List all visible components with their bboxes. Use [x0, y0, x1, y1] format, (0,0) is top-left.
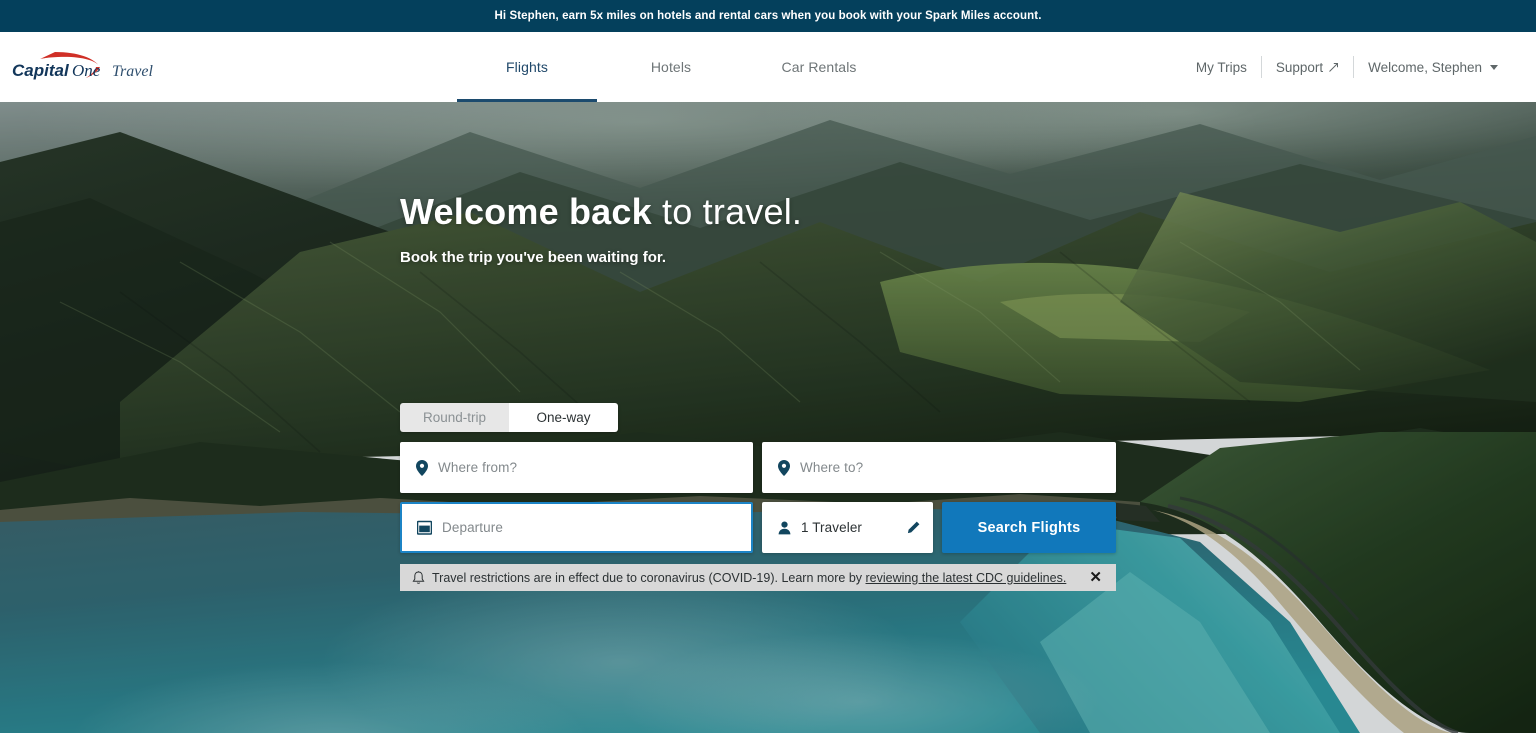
tab-flights[interactable]: Flights [457, 32, 597, 102]
hero-title-light: to travel. [651, 191, 803, 232]
utility-navigation: My Trips Support Welcome, Stephen [1182, 32, 1512, 102]
trip-type-one-way[interactable]: One-way [509, 403, 618, 432]
covid-alert-bar: Travel restrictions are in effect due to… [400, 564, 1116, 591]
travelers-selector[interactable]: 1 Traveler [762, 502, 933, 553]
origin-input[interactable]: Where from? [400, 442, 753, 493]
cdc-guidelines-link[interactable]: reviewing the latest CDC guidelines. [866, 571, 1067, 585]
trip-type-toggle: Round-trip One-way [400, 403, 618, 432]
chevron-down-icon [1490, 64, 1498, 70]
account-menu[interactable]: Welcome, Stephen [1354, 60, 1512, 75]
support-label: Support [1275, 59, 1324, 75]
hero-title: Welcome back to travel. [400, 192, 1160, 232]
my-trips-link[interactable]: My Trips [1182, 60, 1261, 75]
close-icon[interactable]: ✕ [1087, 570, 1104, 585]
capital-one-travel-logo[interactable]: Capital One Travel [10, 48, 200, 88]
support-link[interactable]: Support [1262, 60, 1353, 75]
covid-alert-message: Travel restrictions are in effect due to… [432, 570, 866, 585]
primary-navigation: Flights Hotels Car Rentals [457, 32, 893, 102]
capital-one-travel-page: Hi Stephen, earn 5x miles on hotels and … [0, 0, 1536, 733]
flight-search-form: Where from? Where to? Departure 1 Travel… [400, 442, 1116, 562]
tab-flights-label: Flights [506, 59, 548, 75]
departure-date-input[interactable]: Departure [400, 502, 753, 553]
tab-car-rentals[interactable]: Car Rentals [745, 32, 893, 102]
form-row-locations: Where from? Where to? [400, 442, 1116, 493]
map-pin-icon [778, 459, 790, 476]
destination-placeholder: Where to? [800, 460, 864, 475]
calendar-icon [417, 520, 432, 535]
tab-car-rentals-label: Car Rentals [781, 59, 857, 75]
tab-hotels[interactable]: Hotels [597, 32, 745, 102]
trip-type-round-trip-label: Round-trip [422, 410, 487, 425]
covid-alert-text: Travel restrictions are in effect due to… [432, 571, 1066, 585]
person-icon [778, 521, 791, 535]
search-flights-button[interactable]: Search Flights [942, 502, 1116, 553]
destination-input[interactable]: Where to? [762, 442, 1116, 493]
trip-type-round-trip[interactable]: Round-trip [400, 403, 509, 432]
form-row-date-travelers-submit: Departure 1 Traveler Search Flights [400, 502, 1116, 553]
origin-placeholder: Where from? [438, 460, 518, 475]
site-header: Capital One Travel Flights Hotels Car Re… [0, 32, 1536, 102]
promo-banner: Hi Stephen, earn 5x miles on hotels and … [0, 0, 1536, 32]
svg-text:Travel: Travel [112, 63, 153, 80]
hero-copy: Welcome back to travel. Book the trip yo… [400, 192, 1160, 266]
travelers-value: 1 Traveler [801, 520, 863, 535]
map-pin-icon [416, 459, 428, 476]
tab-hotels-label: Hotels [650, 59, 692, 75]
external-link-icon [1329, 62, 1339, 72]
hero-title-bold: Welcome back [400, 191, 652, 232]
svg-text:Capital: Capital [12, 61, 70, 80]
hero-section: Welcome back to travel. Book the trip yo… [0, 102, 1536, 733]
svg-text:One: One [72, 61, 101, 80]
trip-type-one-way-label: One-way [536, 410, 591, 425]
pencil-icon[interactable] [907, 521, 920, 534]
logo-svg: Capital One Travel [12, 52, 153, 80]
hero-subtitle: Book the trip you've been waiting for. [400, 248, 667, 266]
departure-placeholder: Departure [442, 520, 503, 535]
my-trips-label: My Trips [1195, 59, 1247, 75]
promo-banner-text: Hi Stephen, earn 5x miles on hotels and … [494, 10, 1042, 22]
bell-icon [412, 570, 425, 585]
account-label: Welcome, Stephen [1368, 59, 1482, 75]
